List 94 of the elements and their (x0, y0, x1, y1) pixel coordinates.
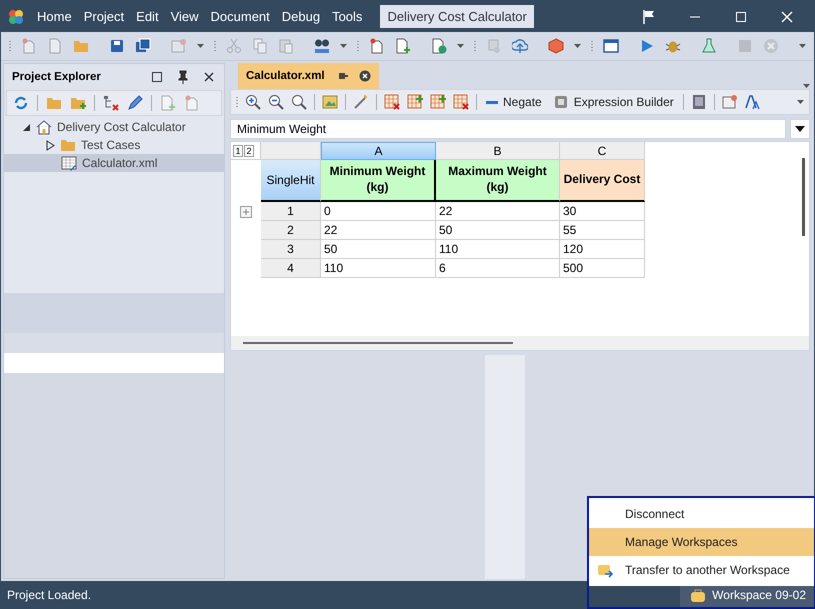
table-cell: 30 (560, 202, 645, 221)
table-cell: 55 (560, 221, 645, 240)
column-letter[interactable]: B (436, 142, 560, 160)
play-icon[interactable] (639, 38, 655, 54)
table-cell: 50 (436, 221, 560, 240)
house-icon (36, 119, 52, 135)
menu-item[interactable]: Project (78, 9, 130, 24)
row-number[interactable]: 4 (261, 259, 321, 278)
table-cell: 500 (560, 259, 645, 278)
refresh-icon[interactable] (13, 95, 29, 111)
table-cell: 120 (560, 240, 645, 259)
tree-item[interactable]: Test Cases (4, 136, 224, 154)
caret-icon[interactable] (799, 43, 806, 49)
outline-level-button[interactable]: 2 (244, 144, 254, 156)
close-icon[interactable] (202, 70, 216, 84)
binoculars-icon[interactable] (314, 38, 330, 54)
magic-wand-icon[interactable] (353, 94, 369, 110)
expand-icon[interactable] (240, 206, 252, 218)
menu-item[interactable]: Transfer to another Workspace (589, 556, 814, 584)
picture-icon[interactable] (322, 94, 338, 110)
document-check-icon[interactable] (431, 38, 447, 54)
caret-icon[interactable] (797, 99, 804, 105)
table-cell: 50 (321, 240, 436, 259)
add-folder-icon[interactable] (70, 95, 86, 111)
pencil-icon[interactable] (127, 95, 143, 111)
hit-policy-header[interactable]: SingleHit (261, 160, 321, 202)
panel-title: Project Explorer (12, 71, 102, 83)
app-logo-icon (7, 8, 25, 26)
menu-item[interactable]: Document (204, 9, 276, 24)
font-size-icon[interactable] (744, 94, 761, 110)
cloud-upload-icon[interactable] (512, 38, 528, 54)
collapsed-arrow-icon[interactable] (46, 140, 55, 150)
delete-column-icon[interactable] (453, 94, 469, 110)
outline-level-button[interactable]: 1 (233, 144, 243, 156)
dropdown-button[interactable] (790, 119, 810, 139)
table-file-icon (61, 155, 77, 171)
column-header: Minimum Weight (kg) (321, 160, 436, 202)
column-header: Delivery Cost (560, 160, 645, 202)
expanded-arrow-icon[interactable] (22, 122, 31, 132)
delete-node-icon[interactable] (103, 95, 119, 111)
add-column-icon[interactable] (430, 94, 446, 110)
menu-item[interactable]: View (164, 9, 205, 24)
menu-item[interactable]: Edit (130, 9, 165, 24)
save-icon[interactable] (109, 38, 125, 54)
caret-icon[interactable] (197, 43, 204, 49)
zoom-in-icon[interactable] (245, 94, 261, 110)
document-tab[interactable]: Calculator.xml (238, 63, 379, 89)
menu-item[interactable]: Manage Workspaces (589, 528, 814, 556)
row-number[interactable]: 2 (261, 221, 321, 240)
expression-builder-button[interactable]: Expression Builder (550, 94, 676, 110)
status-message: Project Loaded. (7, 588, 92, 602)
window-title: Delivery Cost Calculator (380, 5, 534, 28)
negate-button[interactable]: Negate (484, 95, 544, 109)
caret-icon[interactable] (574, 43, 581, 49)
horizontal-scrollbar[interactable] (243, 342, 513, 344)
pin-icon[interactable] (176, 70, 190, 84)
minus-icon (486, 100, 498, 104)
tree-item[interactable]: Calculator.xml (4, 154, 224, 172)
delete-row-icon[interactable] (384, 94, 400, 110)
menu-item[interactable]: Home (31, 9, 78, 24)
cube-icon[interactable] (548, 38, 564, 54)
close-icon[interactable] (779, 8, 795, 24)
table-cell: 6 (436, 259, 560, 278)
zoom-icon[interactable] (291, 94, 307, 110)
column-letter[interactable]: A (321, 142, 436, 160)
column-header: Maximum Weight (kg) (436, 160, 560, 202)
menu-item[interactable]: Disconnect (589, 500, 814, 528)
new-document-icon[interactable] (369, 38, 385, 54)
menu-item[interactable]: Tools (326, 9, 368, 24)
briefcase-icon (690, 586, 706, 602)
flask-icon[interactable] (701, 38, 717, 54)
console-icon[interactable] (603, 38, 619, 54)
save-all-icon[interactable] (135, 38, 151, 54)
column-letter[interactable]: C (560, 142, 645, 160)
field-selector[interactable]: Minimum Weight (230, 119, 786, 139)
caret-icon (795, 126, 805, 132)
add-document-icon[interactable] (395, 38, 411, 54)
add-row-icon[interactable] (407, 94, 423, 110)
table-cell: 22 (436, 202, 560, 221)
vertical-scrollbar[interactable] (802, 158, 805, 236)
close-icon[interactable] (358, 70, 371, 82)
caret-icon[interactable] (340, 43, 347, 49)
caret-icon[interactable] (457, 43, 464, 49)
tree-item[interactable]: Delivery Cost Calculator (4, 118, 224, 136)
menu-item[interactable]: Debug (276, 9, 326, 24)
table-cell: 110 (436, 240, 560, 259)
row-number[interactable]: 1 (261, 202, 321, 221)
table-cell: 22 (321, 221, 436, 240)
table-cell: 0 (321, 202, 436, 221)
table-cell: 110 (321, 259, 436, 278)
flag-icon[interactable] (641, 8, 657, 24)
maximize-icon[interactable] (150, 70, 164, 84)
zoom-out-icon[interactable] (268, 94, 284, 110)
row-number[interactable]: 3 (261, 240, 321, 259)
